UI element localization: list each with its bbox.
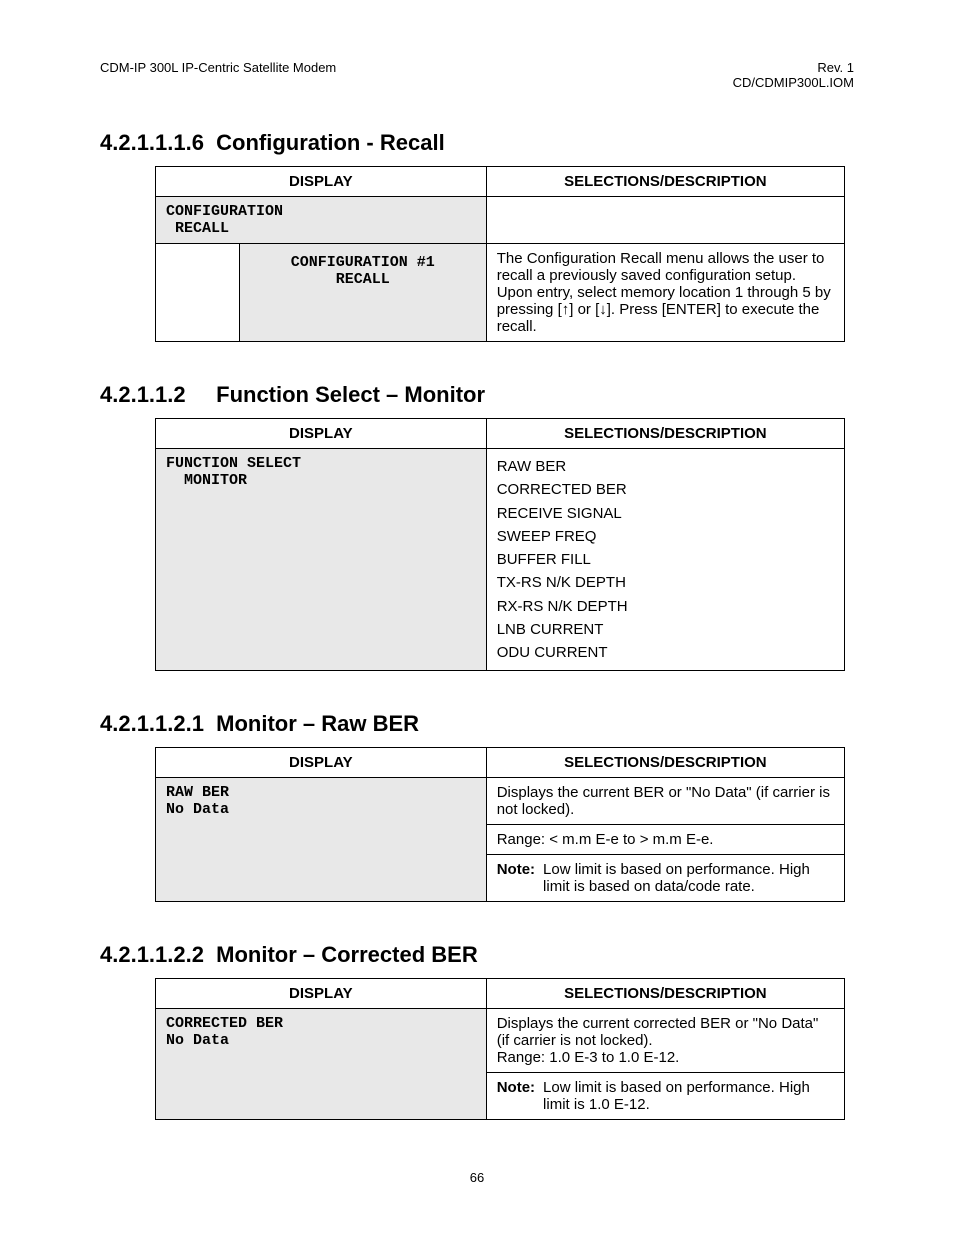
page-header: CDM-IP 300L IP-Centric Satellite Modem R… bbox=[100, 60, 854, 90]
display-corrected-ber: CORRECTED BER No Data bbox=[156, 1009, 487, 1120]
col-desc: SELECTIONS/DESCRIPTION bbox=[486, 979, 844, 1009]
col-desc: SELECTIONS/DESCRIPTION bbox=[486, 167, 844, 197]
desc-raw-ber-1: Displays the current BER or "No Data" (i… bbox=[486, 778, 844, 825]
col-display: DISPLAY bbox=[156, 419, 487, 449]
page-number: 66 bbox=[100, 1170, 854, 1185]
option-item: RX-RS N/K DEPTH bbox=[497, 595, 834, 618]
col-display: DISPLAY bbox=[156, 748, 487, 778]
option-item: RAW BER bbox=[497, 455, 834, 478]
header-doc: CD/CDMIP300L.IOM bbox=[733, 75, 854, 90]
option-item: RECEIVE SIGNAL bbox=[497, 502, 834, 525]
indent-spacer bbox=[156, 244, 240, 342]
option-item: ODU CURRENT bbox=[497, 641, 834, 664]
display-function-select: FUNCTION SELECT MONITOR bbox=[156, 449, 487, 671]
display-config-recall: CONFIGURATION RECALL bbox=[156, 197, 487, 244]
option-item: CORRECTED BER bbox=[497, 478, 834, 501]
table-corrected-ber: DISPLAY SELECTIONS/DESCRIPTION CORRECTED… bbox=[155, 978, 845, 1120]
section-function-select-heading: 4.2.1.1.2 Function Select – Monitor bbox=[100, 382, 854, 408]
display-raw-ber: RAW BER No Data bbox=[156, 778, 487, 902]
col-desc: SELECTIONS/DESCRIPTION bbox=[486, 419, 844, 449]
option-item: BUFFER FILL bbox=[497, 548, 834, 571]
display-config-1-recall: CONFIGURATION #1 RECALL bbox=[239, 244, 486, 342]
desc-raw-ber-note: Note: Low limit is based on performance.… bbox=[486, 855, 844, 902]
note-text: Low limit is based on performance. High … bbox=[543, 1079, 834, 1113]
desc-corrected-ber-note: Note: Low limit is based on performance.… bbox=[486, 1073, 844, 1120]
option-item: SWEEP FREQ bbox=[497, 525, 834, 548]
section-number: 4.2.1.1.2.2 bbox=[100, 942, 210, 968]
section-config-recall-heading: 4.2.1.1.1.6 Configuration - Recall bbox=[100, 130, 854, 156]
section-title: Configuration - Recall bbox=[216, 130, 445, 155]
table-function-select: DISPLAY SELECTIONS/DESCRIPTION FUNCTION … bbox=[155, 418, 845, 671]
option-item: TX-RS N/K DEPTH bbox=[497, 571, 834, 594]
section-raw-ber-heading: 4.2.1.1.2.1 Monitor – Raw BER bbox=[100, 711, 854, 737]
col-display: DISPLAY bbox=[156, 167, 487, 197]
section-title: Monitor – Corrected BER bbox=[216, 942, 478, 967]
note-label: Note: bbox=[497, 861, 535, 878]
section-title: Function Select – Monitor bbox=[216, 382, 485, 407]
desc-function-options: RAW BER CORRECTED BER RECEIVE SIGNAL SWE… bbox=[486, 449, 844, 671]
section-number: 4.2.1.1.1.6 bbox=[100, 130, 210, 156]
desc-empty bbox=[486, 197, 844, 244]
option-item: LNB CURRENT bbox=[497, 618, 834, 641]
header-right: Rev. 1 CD/CDMIP300L.IOM bbox=[733, 60, 854, 90]
desc-config-recall: The Configuration Recall menu allows the… bbox=[486, 244, 844, 342]
table-config-recall: DISPLAY SELECTIONS/DESCRIPTION CONFIGURA… bbox=[155, 166, 845, 342]
section-title: Monitor – Raw BER bbox=[216, 711, 419, 736]
note-label: Note: bbox=[497, 1079, 535, 1096]
note-text: Low limit is based on performance. High … bbox=[543, 861, 834, 895]
section-corrected-ber-heading: 4.2.1.1.2.2 Monitor – Corrected BER bbox=[100, 942, 854, 968]
desc-corrected-ber-1: Displays the current corrected BER or "N… bbox=[486, 1009, 844, 1073]
header-left: CDM-IP 300L IP-Centric Satellite Modem bbox=[100, 60, 336, 90]
section-number: 4.2.1.1.2.1 bbox=[100, 711, 210, 737]
header-rev: Rev. 1 bbox=[733, 60, 854, 75]
col-display: DISPLAY bbox=[156, 979, 487, 1009]
col-desc: SELECTIONS/DESCRIPTION bbox=[486, 748, 844, 778]
section-number: 4.2.1.1.2 bbox=[100, 382, 210, 408]
desc-raw-ber-2: Range: < m.m E-e to > m.m E-e. bbox=[486, 825, 844, 855]
table-raw-ber: DISPLAY SELECTIONS/DESCRIPTION RAW BER N… bbox=[155, 747, 845, 902]
